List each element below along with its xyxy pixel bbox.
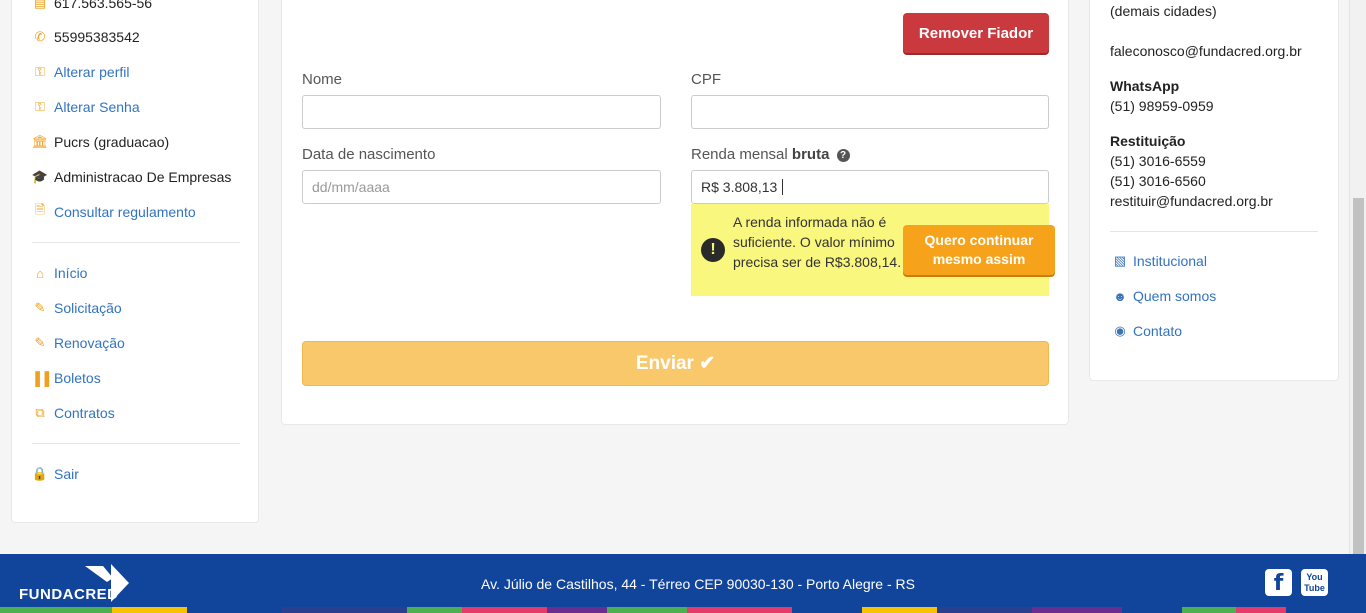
check-icon: ✔ <box>699 353 716 374</box>
nav-solicitacao[interactable]: ✎ Solicitação <box>32 298 122 318</box>
renda-label: Renda mensal bruta ? <box>691 146 850 163</box>
send-button-label: Enviar <box>635 353 694 374</box>
quem-somos-link[interactable]: ☻ Quem somos <box>1112 288 1216 304</box>
renda-label-text: Renda mensal <box>691 146 788 163</box>
renda-input-value: R$ 3.808,13 <box>701 179 778 195</box>
institution-label: Pucrs (graduacao) <box>54 134 170 150</box>
youtube-icon[interactable]: You Tube <box>1301 569 1328 596</box>
nav-boletos-label[interactable]: Boletos <box>54 370 101 386</box>
restituicao-phone-1: (51) 3016-6559 <box>1110 153 1206 169</box>
list-icon: ▤ <box>33 0 47 10</box>
nav-inicio-label[interactable]: Início <box>54 265 87 281</box>
document-icon: 🗎 <box>34 202 46 217</box>
institucional-link[interactable]: ▧ Institucional <box>1112 253 1207 269</box>
users-icon: ☻ <box>1113 288 1127 304</box>
nav-boletos[interactable]: ▐▐ Boletos <box>30 368 101 388</box>
course-info: 🎓 Administracao De Empresas <box>31 167 232 187</box>
nome-label: Nome <box>302 71 343 88</box>
institution-info: 🏛 Pucrs (graduacao) <box>32 132 169 152</box>
cpf-input[interactable] <box>691 95 1049 129</box>
key-icon: ⚿ <box>35 64 45 79</box>
cpf-info-label: 617.563.565-56 <box>54 0 153 11</box>
alterar-senha-label[interactable]: Alterar Senha <box>54 99 140 115</box>
renda-warning-text: A renda informada não é suficiente. O va… <box>733 214 902 270</box>
scrollbar-thumb[interactable] <box>1353 198 1364 554</box>
nav-sair-label[interactable]: Sair <box>54 466 79 482</box>
whatsapp-phone: (51) 98959-0959 <box>1110 98 1214 114</box>
user-sidebar: ▤ 617.563.565-56 ✆ 55995383542 ⚿ Alterar… <box>11 0 259 523</box>
contact-panel: (demais cidades) faleconosco@fundacred.o… <box>1089 0 1339 381</box>
nav-inicio[interactable]: ⌂ Início <box>32 263 87 283</box>
nav-renovacao[interactable]: ✎ Renovação <box>32 333 125 353</box>
renda-warning-box: ! A renda informada não é suficiente. O … <box>691 204 1055 296</box>
graduation-cap-icon: 🎓 <box>31 169 49 184</box>
renda-input[interactable]: R$ 3.808,13 <box>691 170 1049 204</box>
home-icon: ⌂ <box>36 265 44 281</box>
nome-input[interactable] <box>302 95 661 129</box>
alterar-perfil-link[interactable]: ⚿ Alterar perfil <box>32 62 129 82</box>
nascimento-label: Data de nascimento <box>302 146 436 163</box>
institucional-label[interactable]: Institucional <box>1133 253 1207 269</box>
nav-renovacao-label[interactable]: Renovação <box>54 335 125 351</box>
restituicao-title: Restituição <box>1110 133 1186 149</box>
consultar-regulamento-link[interactable]: 🗎 Consultar regulamento <box>32 202 196 222</box>
edit-icon: ✎ <box>34 300 46 315</box>
nav-solicitacao-label[interactable]: Solicitação <box>54 300 122 316</box>
phone-icon: ✆ <box>34 29 46 44</box>
restituicao-email: restituir@fundacred.org.br <box>1110 193 1273 209</box>
phone-info-label: 55995383542 <box>54 29 140 45</box>
exclamation-circle-icon: ! <box>701 238 725 262</box>
alterar-perfil-label[interactable]: Alterar perfil <box>54 64 129 80</box>
demais-cidades-text: (demais cidades) <box>1110 3 1217 19</box>
contato-link[interactable]: ◉ Contato <box>1112 323 1182 339</box>
whatsapp-title: WhatsApp <box>1110 78 1180 94</box>
renda-label-bold: bruta <box>791 146 830 163</box>
sidebar-divider <box>32 242 240 243</box>
consultar-regulamento-label[interactable]: Consultar regulamento <box>54 204 196 220</box>
remove-fiador-button[interactable]: Remover Fiador <box>903 13 1049 53</box>
question-circle-icon[interactable]: ? <box>836 149 850 162</box>
fiador-form-panel: Remover Fiador Nome CPF Data de nascimen… <box>281 0 1069 425</box>
edit-icon: ✎ <box>34 335 46 350</box>
lock-icon: 🔒 <box>31 466 49 481</box>
copy-icon: ⧉ <box>35 405 45 420</box>
headset-icon: ◉ <box>1114 323 1126 338</box>
key-icon: ⚿ <box>35 99 45 114</box>
contact-email: faleconosco@fundacred.org.br <box>1110 43 1302 59</box>
cpf-info: ▤ 617.563.565-56 <box>32 0 152 13</box>
footer-stripe <box>0 607 1366 613</box>
phone-info: ✆ 55995383542 <box>32 27 140 47</box>
contato-label[interactable]: Contato <box>1133 323 1182 339</box>
text-cursor <box>782 179 784 195</box>
page-footer: FUNDACRED Av. Júlio de Castilhos, 44 - T… <box>0 554 1366 613</box>
restituicao-phone-2: (51) 3016-6560 <box>1110 173 1206 189</box>
nascimento-input[interactable]: dd/mm/aaaa <box>302 170 661 204</box>
institution-icon: 🏛 <box>31 134 49 149</box>
nav-sair[interactable]: 🔒 Sair <box>32 464 79 484</box>
alterar-senha-link[interactable]: ⚿ Alterar Senha <box>32 97 140 117</box>
facebook-icon[interactable]: f <box>1265 569 1292 596</box>
footer-address: Av. Júlio de Castilhos, 44 - Térreo CEP … <box>481 576 915 592</box>
continue-anyway-button[interactable]: Quero continuar mesmo assim <box>903 225 1055 275</box>
barcode-icon: ▐▐ <box>30 370 50 386</box>
cpf-label: CPF <box>691 71 721 88</box>
nav-contratos[interactable]: ⧉ Contratos <box>32 403 115 423</box>
sidebar-divider <box>32 443 240 444</box>
quem-somos-label[interactable]: Quem somos <box>1133 288 1216 304</box>
send-button[interactable]: Enviar ✔ <box>302 341 1049 386</box>
page-scrollbar[interactable] <box>1349 0 1366 554</box>
book-icon: ▧ <box>1113 253 1127 268</box>
contact-divider <box>1110 231 1318 232</box>
course-label: Administracao De Empresas <box>54 169 232 185</box>
youtube-icon-text: You Tube <box>1304 572 1325 593</box>
nav-contratos-label[interactable]: Contratos <box>54 405 115 421</box>
